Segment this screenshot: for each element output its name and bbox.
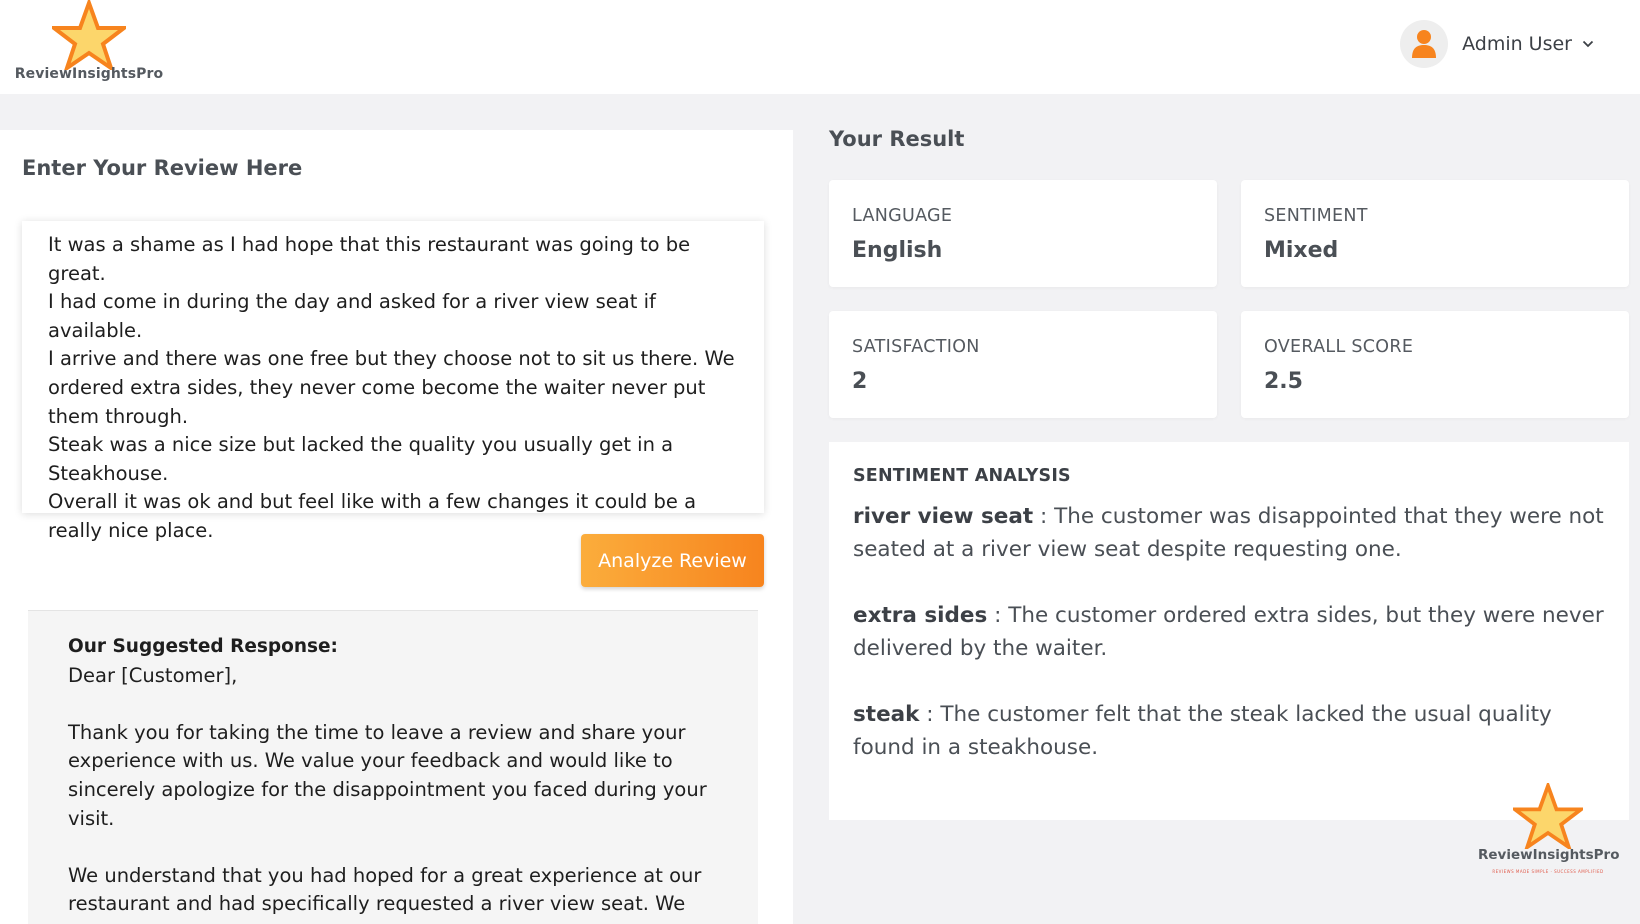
analysis-term: river view seat — [853, 504, 1034, 529]
card-value: English — [852, 238, 943, 263]
footer-brand-tagline: REVIEWS MADE SIMPLE · SUCCESS AMPLIFIED — [1492, 869, 1604, 874]
chevron-down-icon[interactable] — [1582, 37, 1594, 51]
response-paragraph: Thank you for taking the time to leave a… — [68, 720, 707, 830]
card-label: SENTIMENT — [1264, 206, 1368, 226]
brand-logo[interactable]: ReviewInsightsPro — [14, 0, 164, 94]
response-salutation: Dear [Customer], — [68, 663, 238, 687]
analysis-item: extra sides : The customer ordered extra… — [853, 599, 1605, 665]
card-label: SATISFACTION — [852, 337, 980, 357]
footer-brand-logo: ReviewInsightsPro REVIEWS MADE SIMPLE · … — [1478, 783, 1620, 874]
overall-score-card: OVERALL SCORE 2.5 — [1241, 311, 1629, 418]
review-textarea[interactable]: It was a shame as I had hope that this r… — [22, 221, 764, 542]
sentiment-analysis-panel: SENTIMENT ANALYSIS river view seat : The… — [829, 442, 1629, 820]
card-label: LANGUAGE — [852, 206, 953, 226]
analysis-term: steak — [853, 702, 920, 727]
user-icon — [1412, 30, 1437, 58]
analysis-term: extra sides — [853, 603, 988, 628]
sentiment-card: SENTIMENT Mixed — [1241, 180, 1629, 287]
analyze-review-button[interactable]: Analyze Review — [581, 534, 764, 587]
analysis-item: steak : The customer felt that the steak… — [853, 698, 1605, 764]
card-value: 2 — [852, 369, 868, 394]
suggested-response-panel: Our Suggested Response: Dear [Customer],… — [28, 610, 758, 924]
satisfaction-card: SATISFACTION 2 — [829, 311, 1217, 418]
sentiment-analysis-title: SENTIMENT ANALYSIS — [853, 466, 1071, 486]
analysis-item: river view seat : The customer was disap… — [853, 500, 1605, 566]
card-value: Mixed — [1264, 238, 1339, 263]
analysis-separator: : — [1033, 504, 1055, 529]
star-logo-icon — [1513, 783, 1583, 849]
user-name[interactable]: Admin User — [1462, 33, 1572, 55]
response-paragraph: We understand that you had hoped for a g… — [68, 863, 702, 916]
analysis-separator: : — [919, 702, 941, 727]
analysis-separator: : — [987, 603, 1009, 628]
top-bar: ReviewInsightsPro Admin User — [0, 0, 1640, 94]
avatar[interactable] — [1400, 20, 1449, 68]
result-title: Your Result — [829, 127, 965, 151]
suggested-response-heading: Our Suggested Response: — [68, 636, 338, 657]
brand-name: ReviewInsightsPro — [14, 66, 164, 82]
review-text[interactable]: It was a shame as I had hope that this r… — [48, 231, 738, 546]
analysis-text: The customer felt that the steak lacked … — [853, 702, 1552, 760]
card-value: 2.5 — [1264, 369, 1303, 394]
review-input-panel: Enter Your Review Here It was a shame as… — [0, 130, 793, 924]
card-label: OVERALL SCORE — [1264, 337, 1414, 357]
suggested-response-body: Dear [Customer], Thank you for taking th… — [68, 662, 718, 919]
star-logo-icon — [52, 0, 126, 70]
user-menu[interactable]: Admin User — [1400, 20, 1594, 68]
footer-brand-name: ReviewInsightsPro — [1478, 847, 1620, 863]
language-card: LANGUAGE English — [829, 180, 1217, 287]
review-input-title: Enter Your Review Here — [22, 156, 303, 180]
